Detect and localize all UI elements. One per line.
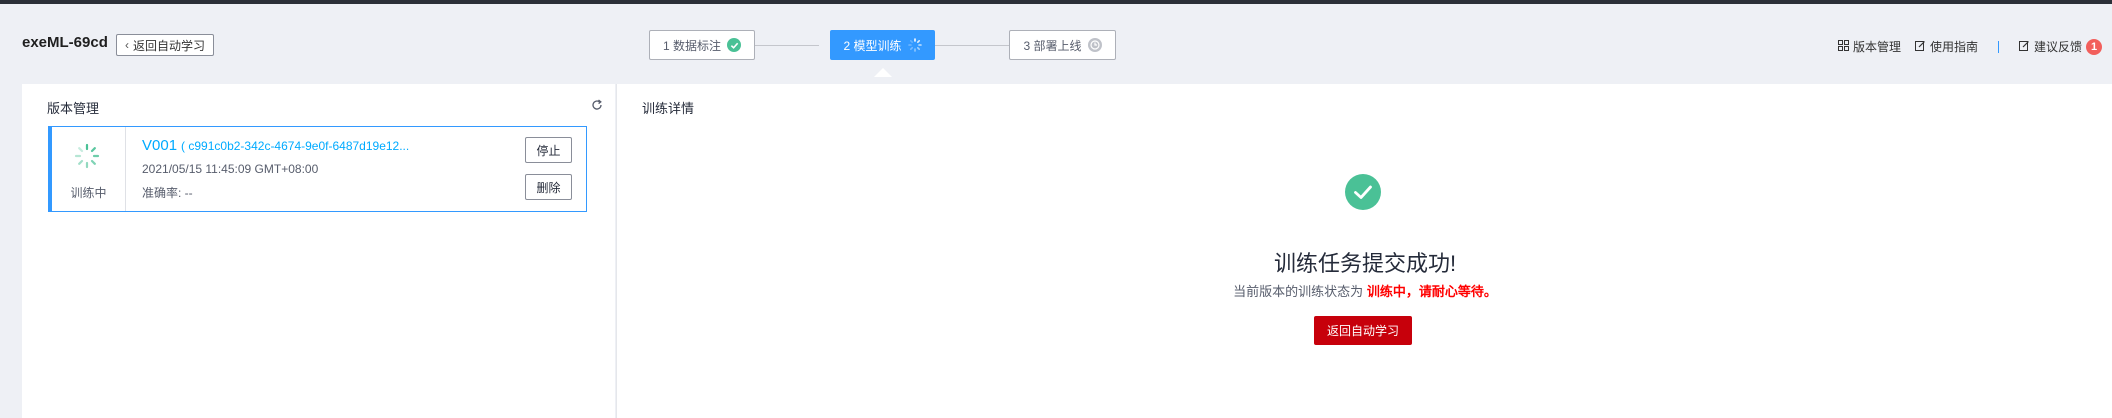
step-model-training[interactable]: 2 模型训练: [830, 30, 935, 77]
divider: [1997, 40, 1999, 53]
version-status: 训练中: [52, 127, 126, 211]
status-message: 当前版本的训练状态为 训练中，请耐心等待。: [617, 281, 2112, 300]
version-management-label: 版本管理: [1852, 40, 1901, 54]
version-accuracy: 准确率: --: [142, 186, 193, 200]
training-details-panel: 训练详情 训练任务提交成功! 当前版本的训练状态为 训练中，请耐心等待。 返回自…: [616, 84, 2112, 418]
loading-icon: [74, 143, 100, 174]
status-label: 训练中: [70, 186, 107, 200]
stop-button[interactable]: 停止: [525, 137, 572, 163]
step-progress: 1 数据标注 2 模型训练 3 部署上线: [0, 30, 2112, 77]
version-id: ( c991c0b2-342c-4674-9e0f-6487d19e12...: [181, 139, 410, 153]
check-icon: [727, 38, 741, 52]
return-automl-button[interactable]: 返回自动学习: [1314, 316, 1412, 345]
version-timestamp: 2021/05/15 11:45:09 GMT+08:00: [142, 162, 319, 176]
user-guide-link[interactable]: 使用指南: [1914, 38, 1978, 55]
panel-title: 训练详情: [642, 101, 695, 116]
version-name[interactable]: V001( c991c0b2-342c-4674-9e0f-6487d19e12…: [142, 137, 409, 154]
edit-icon: [1914, 40, 1926, 54]
refresh-icon[interactable]: [591, 98, 603, 116]
success-check-icon: [1345, 174, 1381, 215]
success-title: 训练任务提交成功!: [1273, 251, 1457, 276]
status-highlight: 训练中，请耐心等待。: [1366, 284, 1497, 299]
step-label: 3 部署上线: [1023, 38, 1082, 53]
version-management-link[interactable]: 版本管理: [1837, 38, 1901, 55]
version-card[interactable]: 训练中 V001( c991c0b2-342c-4674-9e0f-6487d1…: [48, 126, 587, 212]
feedback-link[interactable]: 建议反馈 1: [2018, 38, 2102, 55]
step-deployment[interactable]: 3 部署上线: [1009, 30, 1116, 60]
notification-badge: 1: [2086, 38, 2102, 55]
step-connector: [755, 45, 819, 46]
version-number: V001: [142, 137, 178, 154]
step-connector: [935, 45, 1009, 46]
user-guide-label: 使用指南: [1929, 40, 1978, 54]
version-management-panel: 版本管理 训练中 V001 (c991c0b2-342c-4674-9e0f-…: [22, 84, 615, 418]
delete-button[interactable]: 删除: [525, 174, 572, 200]
edit-icon: [2018, 40, 2030, 54]
page-header: exeML-69cd ‹ 返回自动学习 1 数据标注 2 模型训练 3 部署上线…: [0, 4, 2112, 77]
panel-title: 版本管理: [47, 101, 100, 116]
header-tools: 版本管理 使用指南 建议反馈 1: [1837, 38, 2102, 55]
step-data-labeling[interactable]: 1 数据标注: [649, 30, 755, 60]
loading-icon: [907, 38, 922, 52]
status-prefix: 当前版本的训练状态为: [1233, 284, 1364, 299]
step-label: 2 模型训练: [843, 38, 902, 53]
grid-icon: [1837, 39, 1849, 54]
feedback-label: 建议反馈: [2033, 40, 2082, 54]
step-label: 1 数据标注: [662, 38, 721, 53]
clock-icon: [1087, 38, 1102, 52]
